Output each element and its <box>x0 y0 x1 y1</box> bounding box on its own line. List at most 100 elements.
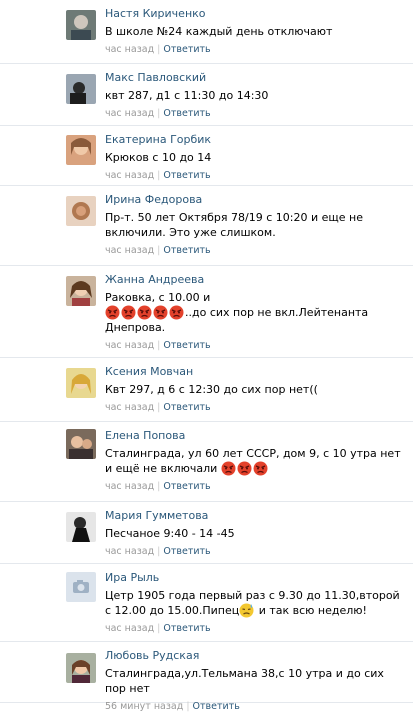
author-name[interactable]: Ксения Мовчан <box>105 365 407 378</box>
separator: | <box>157 546 161 557</box>
sweat-emoji-icon <box>239 603 254 618</box>
comment-text: Цетр 1905 года первый раз с 9.30 до 11.3… <box>105 588 407 618</box>
timestamp[interactable]: час назад <box>105 108 154 119</box>
author-name[interactable]: Жанна Андреева <box>105 273 407 286</box>
user-photo-icon <box>66 276 96 306</box>
reply-link[interactable]: Ответить <box>163 402 210 413</box>
angry-emoji-icon <box>105 305 120 320</box>
angry-emoji-icon <box>237 461 252 476</box>
comment-meta: час назад | Ответить <box>105 481 407 493</box>
author-name[interactable]: Настя Кириченко <box>105 7 407 20</box>
separator: | <box>157 44 161 55</box>
comment-text-part: В школе №24 каждый день отключают <box>105 25 333 38</box>
avatar[interactable] <box>66 368 96 398</box>
comment-meta: час назад | Ответить <box>105 340 407 352</box>
timestamp[interactable]: час назад <box>105 546 154 557</box>
comment-text: Сталинграда,ул.Тельмана 38,с 10 утра и д… <box>105 666 407 696</box>
author-name[interactable]: Екатерина Горбик <box>105 133 407 146</box>
reply-link[interactable]: Ответить <box>163 340 210 351</box>
comment-text: Квт 297, д 6 с 12:30 до сих пор нет(( <box>105 382 407 397</box>
comment-item: Ксения Мовчан Квт 297, д 6 с 12:30 до си… <box>0 358 413 422</box>
author-name[interactable]: Ирина Федорова <box>105 193 407 206</box>
camera-icon <box>66 572 96 602</box>
separator: | <box>157 402 161 413</box>
avatar[interactable] <box>66 512 96 542</box>
comment-meta: час назад | Ответить <box>105 108 407 120</box>
separator: | <box>157 340 161 351</box>
avatar[interactable] <box>66 429 96 459</box>
reply-link[interactable]: Ответить <box>163 623 210 634</box>
user-photo-icon <box>66 135 96 165</box>
timestamp[interactable]: час назад <box>105 340 154 351</box>
comment-item: Екатерина Горбик Крюков с 10 до 14 час н… <box>0 126 413 186</box>
user-photo-icon <box>66 10 96 40</box>
reply-link[interactable]: Ответить <box>163 481 210 492</box>
comment-item: Макс Павловский квт 287, д1 с 11:30 до 1… <box>0 64 413 126</box>
author-name[interactable]: Ира Рыль <box>105 571 407 584</box>
user-photo-icon <box>66 74 96 104</box>
reply-link[interactable]: Ответить <box>163 108 210 119</box>
user-photo-icon <box>66 653 96 683</box>
avatar[interactable] <box>66 10 96 40</box>
angry-emoji-icon <box>137 305 152 320</box>
author-name[interactable]: Елена Попова <box>105 429 407 442</box>
comment-meta: час назад | Ответить <box>105 170 407 182</box>
separator: | <box>157 245 161 256</box>
comment-text-part: Квт 297, д 6 с 12:30 до сих пор нет(( <box>105 383 318 396</box>
comment-meta: час назад | Ответить <box>105 402 407 414</box>
angry-emoji-icon <box>153 305 168 320</box>
author-name[interactable]: Макс Павловский <box>105 71 407 84</box>
avatar[interactable] <box>66 196 96 226</box>
comment-text: Песчаное 9:40 - 14 -45 <box>105 526 407 541</box>
timestamp[interactable]: час назад <box>105 402 154 413</box>
separator: | <box>157 170 161 181</box>
user-photo-icon <box>66 196 96 226</box>
comment-meta: час назад | Ответить <box>105 44 407 56</box>
comment-item: Ира Рыль Цетр 1905 года первый раз с 9.3… <box>0 564 413 642</box>
comment-item: Мария Гумметова Песчаное 9:40 - 14 -45 ч… <box>0 502 413 564</box>
timestamp[interactable]: час назад <box>105 245 154 256</box>
comment-text-part: Песчаное 9:40 - 14 -45 <box>105 527 235 540</box>
comment-text: Крюков с 10 до 14 <box>105 150 407 165</box>
comment-item: Любовь Рудская Сталинграда,ул.Тельмана 3… <box>0 642 413 712</box>
user-photo-icon <box>66 368 96 398</box>
separator: | <box>157 108 161 119</box>
user-photo-icon <box>66 512 96 542</box>
user-photo-icon <box>66 429 96 459</box>
comment-text-part: Сталинграда,ул.Тельмана 38,с 10 утра и д… <box>105 667 384 695</box>
comment-item: Ирина Федорова Пр-т. 50 лет Октября 78/1… <box>0 186 413 266</box>
avatar[interactable] <box>66 572 96 602</box>
comment-meta: час назад | Ответить <box>105 245 407 257</box>
reply-link[interactable]: Ответить <box>163 546 210 557</box>
comment-item: Жанна Андреева Раковка, с 10.00 и ..до си… <box>0 266 413 358</box>
comment-meta: час назад | Ответить <box>105 623 407 635</box>
angry-emoji-icon <box>221 461 236 476</box>
separator: | <box>157 481 161 492</box>
author-name[interactable]: Мария Гумметова <box>105 509 407 522</box>
angry-emoji-icon <box>121 305 136 320</box>
comment-item: Елена Попова Сталинграда, ул 60 лет СССР… <box>0 422 413 502</box>
timestamp[interactable]: час назад <box>105 170 154 181</box>
angry-emoji-icon <box>253 461 268 476</box>
timestamp[interactable]: час назад <box>105 623 154 634</box>
comment-item: Настя Кириченко В школе №24 каждый день … <box>0 0 413 64</box>
timestamp[interactable]: час назад <box>105 481 154 492</box>
comment-text-part: Пр-т. 50 лет Октября 78/19 с 10:20 и еще… <box>105 211 363 239</box>
comment-text: квт 287, д1 с 11:30 до 14:30 <box>105 88 407 103</box>
avatar[interactable] <box>66 74 96 104</box>
reply-link[interactable]: Ответить <box>163 245 210 256</box>
reply-link[interactable]: Ответить <box>163 44 210 55</box>
avatar[interactable] <box>66 135 96 165</box>
reply-link[interactable]: Ответить <box>163 170 210 181</box>
timestamp[interactable]: час назад <box>105 44 154 55</box>
avatar[interactable] <box>66 276 96 306</box>
comment-text: Раковка, с 10.00 и ..до сих пор не вкл.Ле… <box>105 290 407 335</box>
comment-list: Настя Кириченко В школе №24 каждый день … <box>0 0 413 712</box>
comment-text-part: квт 287, д1 с 11:30 до 14:30 <box>105 89 269 102</box>
separator: | <box>157 623 161 634</box>
angry-emoji-icon <box>169 305 184 320</box>
avatar[interactable] <box>66 653 96 683</box>
comment-text-part: Крюков с 10 до 14 <box>105 151 212 164</box>
author-name[interactable]: Любовь Рудская <box>105 649 407 662</box>
comment-text: Пр-т. 50 лет Октября 78/19 с 10:20 и еще… <box>105 210 407 240</box>
